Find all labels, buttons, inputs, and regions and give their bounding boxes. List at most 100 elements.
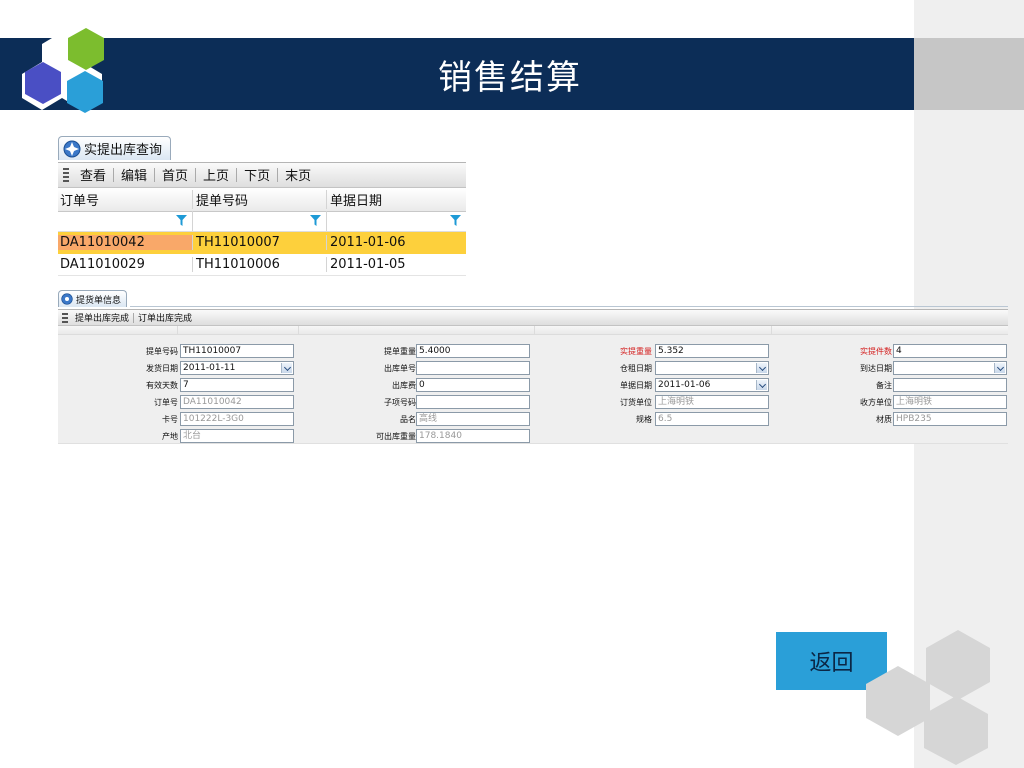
form-field[interactable]: HPB235 [893, 412, 1007, 426]
form-field[interactable]: 上海明铁 [893, 395, 1007, 409]
field-value: 6.5 [658, 414, 673, 424]
field-label: 提单号码 [146, 347, 178, 356]
form-field[interactable] [893, 378, 1007, 392]
field-value: 北台 [183, 431, 202, 441]
form-field[interactable]: 6.5 [655, 412, 769, 426]
field-value: 0 [419, 380, 425, 390]
toolbar-button[interactable]: 提单出库完成 [71, 311, 133, 324]
filter-cell[interactable] [192, 211, 326, 231]
filter-icon[interactable] [450, 215, 461, 226]
form-field[interactable]: TH11010007 [180, 344, 294, 358]
field-label: 出库费 [392, 381, 416, 390]
grid-header-row: 订单号 提单号码 单据日期 [58, 187, 466, 212]
table-cell: DA11010042 [58, 235, 192, 250]
form-field[interactable]: 101222L-3G0 [180, 412, 294, 426]
filter-icon[interactable] [310, 215, 321, 226]
filter-cell[interactable] [58, 211, 192, 231]
filter-cell[interactable] [326, 211, 466, 231]
field-value: TH11010007 [183, 346, 242, 356]
column-header[interactable]: 订单号 [58, 190, 192, 209]
field-label: 订单号 [154, 398, 178, 407]
chevron-down-icon[interactable] [756, 363, 767, 373]
table-row[interactable]: DA11010029 TH11010006 2011-01-05 [58, 253, 466, 276]
form-field[interactable] [416, 395, 530, 409]
form-field[interactable]: 178.1840 [416, 429, 530, 443]
form-row: 产地 北台 可出库重量 178.1840 [58, 428, 1008, 445]
field-value: 2011-01-06 [658, 380, 711, 390]
form-field[interactable]: 5.352 [655, 344, 769, 358]
toolbar-button[interactable]: 上页 [196, 165, 236, 184]
hexagon-logo [22, 28, 104, 113]
filter-icon[interactable] [176, 215, 187, 226]
date-dropdown[interactable]: 2011-01-11 [180, 361, 294, 375]
form-field[interactable]: 4 [893, 344, 1007, 358]
tab-delivery-info[interactable]: 提货单信息 [58, 290, 128, 307]
date-dropdown[interactable] [655, 361, 769, 375]
column-header[interactable]: 单据日期 [326, 189, 466, 209]
toolbar-grip [63, 167, 69, 182]
field-label: 备注 [876, 381, 892, 390]
toolbar-button[interactable]: 查看 [73, 165, 113, 184]
form-header [58, 326, 1008, 335]
field-label: 单据日期 [620, 381, 652, 390]
tab-label: 实提出库查询 [84, 143, 163, 158]
table-cell: 2011-01-05 [326, 256, 466, 272]
field-label: 仓租日期 [620, 364, 652, 373]
shipment-query-window: 实提出库查询 查看 编辑 首页 上页 下页 末页 订单号 提单号码 单据日期 DA1101… [58, 136, 466, 276]
slide-page: { "header": { "title": "销售结算" }, "query_… [0, 0, 1024, 768]
filter-row [58, 211, 466, 232]
field-label: 可出库重量 [376, 432, 416, 441]
field-value: 上海明铁 [658, 397, 695, 407]
column-header[interactable]: 提单号码 [192, 189, 326, 209]
chevron-down-icon[interactable] [756, 380, 767, 390]
form-field[interactable]: DA11010042 [180, 395, 294, 409]
field-label: 品名 [400, 415, 416, 424]
field-label: 材质 [876, 415, 892, 424]
field-value: 高线 [419, 414, 438, 424]
form-field[interactable]: 北台 [180, 429, 294, 443]
toolbar-button[interactable]: 编辑 [114, 165, 154, 184]
form-row: 发货日期 2011-01-11 出库单号 仓租日期 到达日期 [58, 360, 1008, 377]
field-value: 178.1840 [419, 431, 462, 441]
field-label: 提单重量 [384, 347, 416, 356]
field-label: 实提件数 [860, 347, 892, 356]
field-value: 上海明铁 [896, 397, 933, 407]
tab-gear-icon [63, 140, 81, 157]
form-row: 卡号 101222L-3G0 品名 高线 规格 6.5 材质 HPB235 [58, 411, 1008, 428]
field-value: 2011-01-11 [183, 363, 236, 373]
field-value: 7 [183, 380, 189, 390]
field-label: 到达日期 [860, 364, 892, 373]
chevron-down-icon[interactable] [994, 363, 1005, 373]
tab-gear-icon [61, 293, 73, 305]
form-field[interactable]: 高线 [416, 412, 530, 426]
form-field[interactable]: 0 [416, 378, 530, 392]
date-dropdown[interactable] [893, 361, 1007, 375]
table-cell: TH11010006 [192, 256, 326, 272]
field-label: 卡号 [162, 415, 178, 424]
field-label: 发货日期 [146, 364, 178, 373]
table-cell: TH11010007 [192, 235, 326, 250]
form-field[interactable]: 7 [180, 378, 294, 392]
toolbar-button[interactable]: 首页 [155, 165, 195, 184]
field-label: 出库单号 [384, 364, 416, 373]
date-dropdown[interactable]: 2011-01-06 [655, 378, 769, 392]
field-label: 产地 [162, 432, 178, 441]
field-value: 4 [896, 346, 902, 356]
form-row: 有效天数 7 出库费 0 单据日期 2011-01-06 备注 [58, 377, 1008, 394]
form-field[interactable]: 5.4000 [416, 344, 530, 358]
field-label: 子项号码 [384, 398, 416, 407]
toolbar-button[interactable]: 下页 [237, 165, 277, 184]
toolbar-button[interactable]: 末页 [278, 165, 318, 184]
chevron-down-icon[interactable] [281, 363, 292, 373]
field-value: DA11010042 [183, 397, 242, 407]
form-field[interactable] [416, 361, 530, 375]
table-cell: DA11010029 [60, 256, 145, 272]
form-field[interactable]: 上海明铁 [655, 395, 769, 409]
field-label: 规格 [636, 415, 652, 424]
table-row[interactable]: DA11010042 TH11010007 2011-01-06 [58, 231, 466, 254]
toolbar-button[interactable]: 订单出库完成 [134, 311, 196, 324]
field-label: 收方单位 [860, 398, 892, 407]
form-row: 提单号码 TH11010007 提单重量 5.4000 实提重量 5.352 实提件数 4 [58, 343, 1008, 360]
field-value: 101222L-3G0 [183, 414, 244, 424]
tab-shipment-query[interactable]: 实提出库查询 [58, 136, 172, 160]
